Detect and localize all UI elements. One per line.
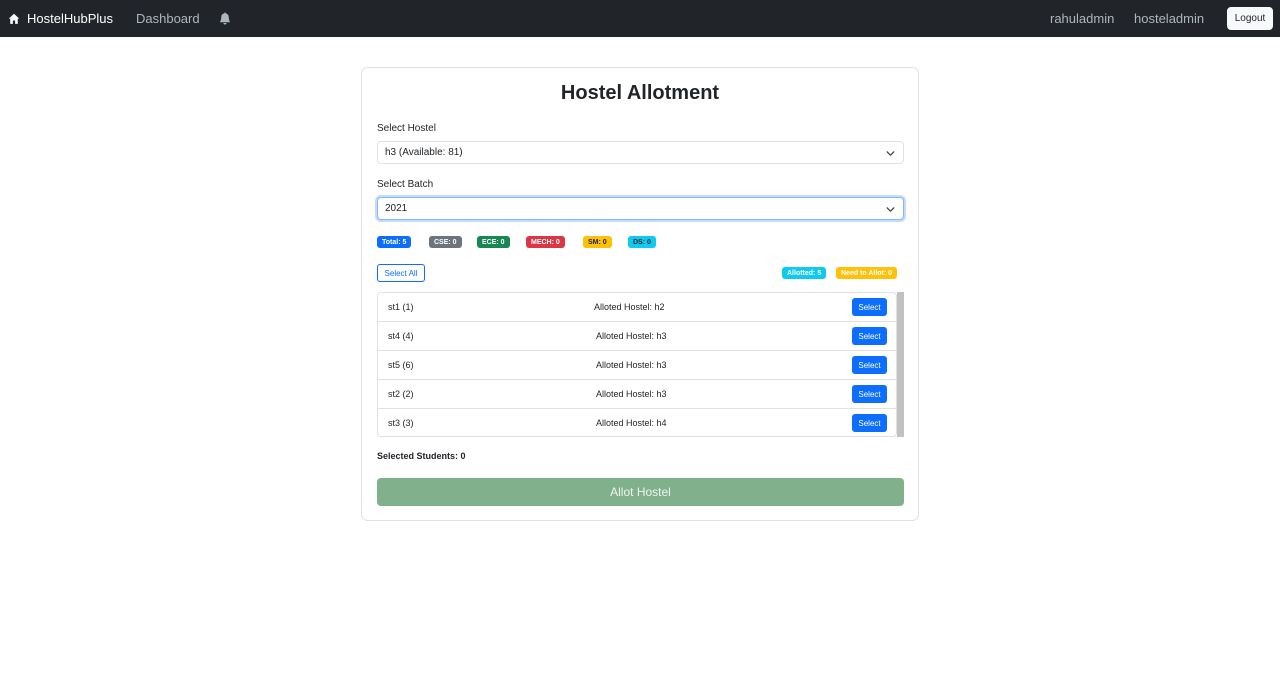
student-name: st4 (4) xyxy=(388,331,414,341)
student-allotted-hostel: Alloted Hostel: h3 xyxy=(596,389,667,399)
list-scrollbar[interactable] xyxy=(897,292,904,437)
select-hostel-label: Select Hostel xyxy=(377,123,436,134)
hostel-select-value: h3 (Available: 81) xyxy=(385,147,463,158)
student-name: st1 (1) xyxy=(388,302,414,312)
notifications-button[interactable] xyxy=(219,0,231,37)
badge-total: Total: 5 xyxy=(377,236,412,248)
batch-select[interactable]: 2021 xyxy=(377,197,904,220)
brand-link[interactable]: HostelHubPlus xyxy=(8,0,113,37)
student-name: st3 (3) xyxy=(388,418,414,428)
student-row: st2 (2) Alloted Hostel: h3 Select xyxy=(378,380,896,409)
selected-students-count: Selected Students: 0 xyxy=(377,451,466,461)
chevron-down-icon xyxy=(886,207,895,212)
select-student-button[interactable]: Select xyxy=(852,327,887,345)
student-allotted-hostel: Alloted Hostel: h3 xyxy=(596,360,667,370)
nav-user-hosteladmin[interactable]: hosteladmin xyxy=(1134,0,1204,37)
badge-ece: ECE: 0 xyxy=(477,236,510,248)
nav-dashboard[interactable]: Dashboard xyxy=(136,0,200,37)
badge-mech: MECH: 0 xyxy=(526,236,565,248)
student-allotted-hostel: Alloted Hostel: h3 xyxy=(596,331,667,341)
student-allotted-hostel: Alloted Hostel: h4 xyxy=(596,418,667,428)
nav-user-rahuladmin[interactable]: rahuladmin xyxy=(1050,0,1114,37)
batch-select-value: 2021 xyxy=(385,203,408,214)
select-student-button[interactable]: Select xyxy=(852,356,887,374)
select-student-button[interactable]: Select xyxy=(852,414,887,432)
student-row: st3 (3) Alloted Hostel: h4 Select xyxy=(378,409,896,436)
select-all-button[interactable]: Select All xyxy=(377,264,425,282)
brand-name: HostelHubPlus xyxy=(27,11,113,26)
student-allotted-hostel: Alloted Hostel: h2 xyxy=(594,302,665,312)
student-name: st2 (2) xyxy=(388,389,414,399)
select-student-button[interactable]: Select xyxy=(852,385,887,403)
page-title: Hostel Allotment xyxy=(560,82,720,104)
logout-button[interactable]: Logout xyxy=(1227,7,1273,30)
select-student-button[interactable]: Select xyxy=(852,298,887,316)
scrollbar-thumb[interactable] xyxy=(897,292,904,437)
badge-allotted: Allotted: 5 xyxy=(782,267,827,279)
student-list[interactable]: st1 (1) Alloted Hostel: h2 Select st4 (4… xyxy=(377,292,897,437)
badge-ds: DS: 0 xyxy=(628,236,656,248)
student-row: st5 (6) Alloted Hostel: h3 Select xyxy=(378,351,896,380)
bell-icon xyxy=(219,12,231,25)
student-row: st4 (4) Alloted Hostel: h3 Select xyxy=(378,322,896,351)
select-batch-label: Select Batch xyxy=(377,179,434,190)
hostel-allotment-card: Hostel Allotment Select Hostel h3 (Avail… xyxy=(361,67,919,521)
badge-need-to-allot: Need to Allot: 0 xyxy=(836,267,898,279)
home-icon xyxy=(8,13,20,24)
badge-cse: CSE: 0 xyxy=(429,236,462,248)
student-name: st5 (6) xyxy=(388,360,414,370)
student-row: st1 (1) Alloted Hostel: h2 Select xyxy=(378,293,896,322)
hostel-select[interactable]: h3 (Available: 81) xyxy=(377,141,904,164)
top-navbar: HostelHubPlus Dashboard rahuladmin hoste… xyxy=(0,0,1280,37)
chevron-down-icon xyxy=(886,151,895,156)
badge-sm: SM: 0 xyxy=(583,236,612,248)
allot-hostel-button[interactable]: Allot Hostel xyxy=(377,478,904,506)
